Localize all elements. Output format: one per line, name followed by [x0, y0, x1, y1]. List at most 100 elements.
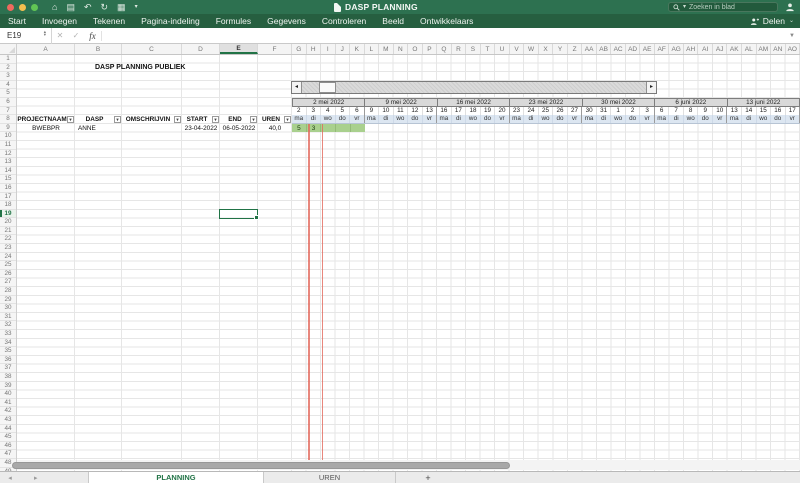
column-header-AE[interactable]: AE: [640, 44, 655, 54]
row-header-7[interactable]: 7: [0, 107, 16, 116]
day-name-cell[interactable]: vr: [423, 115, 438, 123]
gantt-bar-cell[interactable]: [321, 123, 337, 133]
row-header-6[interactable]: 6: [0, 98, 16, 107]
day-number-cell[interactable]: 31: [597, 106, 612, 116]
column-header-P[interactable]: P: [423, 44, 438, 54]
gantt-scroll-right-icon[interactable]: ▸: [646, 82, 656, 93]
sheet-tab-uren[interactable]: UREN: [264, 472, 396, 483]
day-name-cell[interactable]: di: [379, 115, 394, 123]
data-cell[interactable]: 23-04-2022: [182, 124, 220, 133]
day-name-cell[interactable]: vr: [640, 115, 655, 123]
cancel-icon[interactable]: ✕: [52, 31, 68, 40]
add-sheet-button[interactable]: +: [396, 472, 460, 483]
day-number-cell[interactable]: 15: [757, 106, 772, 116]
column-header-AI[interactable]: AI: [698, 44, 713, 54]
row-header-15[interactable]: 15: [0, 175, 16, 184]
column-header-C[interactable]: C: [122, 44, 182, 54]
table-header-start[interactable]: START ▾: [182, 115, 220, 124]
day-name-cell[interactable]: vr: [350, 115, 365, 123]
row-header-32[interactable]: 32: [0, 321, 16, 330]
menu-item-gegevens[interactable]: Gegevens: [259, 16, 314, 26]
row-header-30[interactable]: 30: [0, 304, 16, 313]
row-header-36[interactable]: 36: [0, 356, 16, 365]
column-header-Y[interactable]: Y: [553, 44, 568, 54]
week-header-cell[interactable]: 2 mei 2022: [292, 98, 366, 107]
row-header-38[interactable]: 38: [0, 373, 16, 382]
tab-scroll-left-icon[interactable]: ◂: [0, 472, 20, 483]
day-name-cell[interactable]: di: [669, 115, 684, 123]
day-name-cell[interactable]: vr: [568, 115, 583, 123]
table-header-dasp[interactable]: DASP ▾: [75, 115, 122, 124]
day-number-cell[interactable]: 30: [582, 106, 597, 116]
day-name-cell[interactable]: wo: [321, 115, 336, 123]
day-name-cell[interactable]: wo: [539, 115, 554, 123]
day-number-cell[interactable]: 16: [771, 106, 786, 116]
column-header-A[interactable]: A: [17, 44, 75, 54]
table-header-end[interactable]: END ▾: [220, 115, 258, 124]
sheet-grid[interactable]: 1 2 3 4 5 6 7 8 9 10 11 12 13 14 15 16 17 18 19 20 21 22 23 24 2…: [0, 55, 800, 471]
week-header-cell[interactable]: 9 mei 2022: [365, 98, 438, 107]
column-header-AJ[interactable]: AJ: [713, 44, 728, 54]
data-cell[interactable]: ANNE: [75, 124, 122, 133]
day-number-cell[interactable]: 27: [568, 106, 583, 116]
day-name-cell[interactable]: do: [771, 115, 786, 123]
row-header-47[interactable]: 47: [0, 450, 16, 459]
day-name-cell[interactable]: ma: [582, 115, 597, 123]
account-icon[interactable]: [785, 2, 795, 12]
column-header-T[interactable]: T: [481, 44, 496, 54]
row-header-23[interactable]: 23: [0, 244, 16, 253]
column-header-R[interactable]: R: [452, 44, 467, 54]
day-name-cell[interactable]: di: [597, 115, 612, 123]
search-scope-chevron-icon[interactable]: ▾: [683, 4, 686, 10]
week-header-cell[interactable]: 6 juni 2022: [655, 98, 728, 107]
sheet-tab-planning[interactable]: PLANNING: [88, 472, 264, 483]
day-number-cell[interactable]: 4: [321, 106, 336, 116]
more-icon[interactable]: ▾: [135, 2, 138, 12]
week-header-cell[interactable]: 13 juni 2022: [727, 98, 800, 107]
column-header-Q[interactable]: Q: [437, 44, 452, 54]
day-name-cell[interactable]: wo: [757, 115, 772, 123]
column-header-B[interactable]: B: [75, 44, 122, 54]
day-number-cell[interactable]: 10: [379, 106, 394, 116]
day-number-cell[interactable]: 13: [423, 106, 438, 116]
day-number-cell[interactable]: 13: [727, 106, 742, 116]
day-number-cell[interactable]: 3: [640, 106, 655, 116]
menu-item-start[interactable]: Start: [0, 16, 34, 26]
share-button[interactable]: Delen ⌄: [750, 14, 794, 28]
row-header-10[interactable]: 10: [0, 132, 16, 141]
column-header-V[interactable]: V: [510, 44, 525, 54]
week-header-cell[interactable]: 23 mei 2022: [510, 98, 583, 107]
day-number-cell[interactable]: 5: [336, 106, 351, 116]
column-header-AK[interactable]: AK: [727, 44, 742, 54]
gantt-scrollbar-control[interactable]: ◂ ▸: [291, 81, 657, 94]
column-header-M[interactable]: M: [379, 44, 394, 54]
menu-item-tekenen[interactable]: Tekenen: [85, 16, 133, 26]
column-header-E[interactable]: E: [220, 44, 258, 54]
day-name-cell[interactable]: di: [742, 115, 757, 123]
day-number-cell[interactable]: 19: [481, 106, 496, 116]
row-header-16[interactable]: 16: [0, 184, 16, 193]
row-header-2[interactable]: 2: [0, 64, 16, 73]
menu-item-ontwikkelaars[interactable]: Ontwikkelaars: [412, 16, 481, 26]
column-header-Z[interactable]: Z: [568, 44, 583, 54]
row-header-34[interactable]: 34: [0, 339, 16, 348]
day-name-cell[interactable]: wo: [611, 115, 626, 123]
home-icon[interactable]: ⌂: [52, 2, 57, 12]
row-header-28[interactable]: 28: [0, 287, 16, 296]
row-header-41[interactable]: 41: [0, 399, 16, 408]
row-header-27[interactable]: 27: [0, 278, 16, 288]
day-name-cell[interactable]: do: [481, 115, 496, 123]
week-header-cell[interactable]: 30 mei 2022: [582, 98, 656, 107]
gantt-scroll-left-icon[interactable]: ◂: [292, 82, 302, 93]
search-input[interactable]: ▾ Zoeken in blad: [668, 2, 778, 12]
gantt-bar[interactable]: 53: [292, 123, 365, 133]
tab-scroll-right-icon[interactable]: ▸: [20, 472, 54, 483]
day-number-cell[interactable]: 2: [626, 106, 641, 116]
data-cell[interactable]: BWEBPR: [17, 124, 75, 133]
column-header-G[interactable]: G: [292, 44, 307, 54]
column-header-AB[interactable]: AB: [597, 44, 612, 54]
row-header-5[interactable]: 5: [0, 89, 16, 98]
column-header-W[interactable]: W: [524, 44, 539, 54]
row-header-17[interactable]: 17: [0, 193, 16, 202]
column-header-AH[interactable]: AH: [684, 44, 699, 54]
